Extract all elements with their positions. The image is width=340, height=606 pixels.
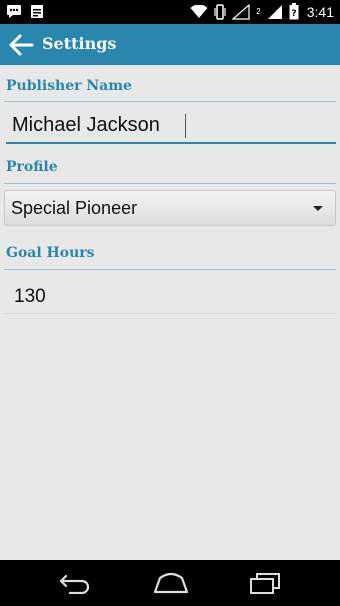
profile-label: Profile — [6, 159, 58, 175]
recent-apps-icon[interactable] — [248, 572, 282, 594]
network-badge: 2 — [256, 7, 261, 16]
system-icons: 2 ? 3:41 — [190, 3, 334, 20]
publisher-name-label: Publisher Name — [6, 78, 132, 94]
calendar-icon — [31, 5, 43, 18]
page-title: Settings — [42, 34, 117, 53]
action-bar: Settings — [0, 24, 340, 65]
publisher-name-field[interactable]: Michael Jackson — [6, 108, 336, 144]
notification-area — [6, 4, 44, 19]
goal-hours-label: Goal Hours — [6, 245, 95, 261]
battery-icon: ? — [289, 3, 299, 20]
text-cursor — [185, 114, 186, 138]
goal-hours-divider — [4, 313, 336, 314]
no-signal-icon — [232, 3, 250, 20]
home-icon[interactable] — [153, 572, 189, 594]
dropdown-arrow-icon — [313, 206, 323, 211]
profile-dropdown[interactable]: Special Pioneer — [4, 190, 336, 226]
field-underline — [6, 142, 336, 144]
navigation-bar — [0, 560, 340, 606]
signal-icon — [267, 4, 282, 19]
clock: 3:41 — [306, 3, 334, 20]
vibrate-icon — [214, 3, 226, 20]
profile-selected-value: Special Pioneer — [11, 198, 138, 218]
goal-hours-value[interactable]: 130 — [14, 286, 46, 308]
wifi-icon — [190, 4, 208, 18]
publisher-name-value: Michael Jackson — [12, 114, 160, 136]
svg-text:?: ? — [291, 9, 296, 19]
section-divider — [4, 183, 336, 184]
back-icon[interactable] — [58, 572, 92, 594]
back-arrow-icon[interactable] — [8, 33, 34, 57]
chat-icon — [7, 5, 21, 18]
section-divider — [4, 269, 336, 270]
status-bar: 2 ? 3:41 — [0, 0, 340, 24]
section-divider — [4, 101, 336, 102]
